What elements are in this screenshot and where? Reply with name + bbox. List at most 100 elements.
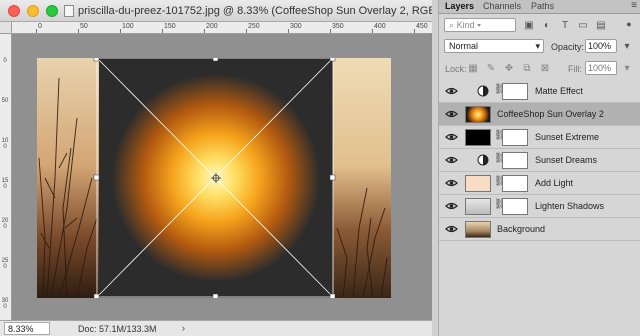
close-window-button[interactable] (8, 5, 20, 17)
layer-name[interactable]: Sunset Dreams (535, 155, 597, 165)
filter-row: ⌕ Kind ▾ ▣ ◐ T ▭ ▤ ● (439, 17, 640, 35)
layer-name[interactable]: CoffeeShop Sun Overlay 2 (497, 109, 604, 119)
fill-field[interactable]: 100% (585, 61, 617, 75)
canvas-image[interactable] (37, 58, 391, 298)
lock-all-icon[interactable]: ⊠ (539, 63, 551, 74)
lock-artboard-icon[interactable]: ⧉ (521, 63, 533, 74)
ruler-origin[interactable] (0, 22, 12, 34)
smart-object-filter-icon[interactable]: ▤ (595, 20, 607, 31)
layer-name[interactable]: Background (497, 224, 545, 234)
layer-mask-thumbnail[interactable] (502, 83, 528, 100)
opacity-field[interactable]: 100% (585, 39, 617, 53)
ruler-label: 150 (1, 178, 9, 190)
photo-right-strip (333, 58, 391, 298)
tab-layers[interactable]: Layers (445, 1, 474, 11)
lock-position-icon[interactable]: ✥ (503, 63, 515, 74)
status-menu-arrow-icon[interactable]: › (182, 323, 185, 333)
layer-row[interactable]: CoffeeShop Sun Overlay 2 (439, 103, 640, 126)
ruler-label: 400 (374, 23, 386, 30)
layer-mask-thumbnail[interactable] (502, 175, 528, 192)
layer-row[interactable]: ⛓ Sunset Extreme (439, 126, 640, 149)
minimize-window-button[interactable] (27, 5, 39, 17)
layer-mask-thumbnail[interactable] (502, 198, 528, 215)
ruler-tick (78, 29, 79, 33)
ruler-label: 250 (1, 258, 9, 270)
status-bar: 8.33% Doc: 57.1M/133.3M › (0, 320, 432, 336)
panel-tab-bar: Layers Channels Paths ≡ (439, 0, 640, 14)
lock-paint-icon[interactable]: ✎ (485, 63, 497, 74)
visibility-eye-icon[interactable] (445, 155, 458, 165)
visibility-eye-icon[interactable] (445, 132, 458, 142)
ruler-label: 150 (164, 23, 176, 30)
ruler-label: 50 (1, 98, 9, 104)
tab-paths[interactable]: Paths (531, 1, 554, 11)
brightness-contrast-icon[interactable] (477, 85, 489, 97)
layer-thumbnail[interactable] (465, 129, 491, 146)
kind-filter-select[interactable]: ⌕ Kind ▾ (444, 18, 516, 32)
ruler-label: 450 (416, 23, 428, 30)
layer-row[interactable]: ⛓ Matte Effect (439, 80, 640, 103)
shape-filter-icon[interactable]: ▭ (577, 20, 589, 31)
window-title: priscilla-du-preez-101752.jpg @ 8.33% (C… (78, 5, 456, 17)
lock-row: Lock: ▦ ✎ ✥ ⧉ ⊠ Fill: 100% ▾ (439, 60, 640, 78)
document-size: Doc: 57.1M/133.3M (78, 324, 157, 334)
visibility-eye-icon[interactable] (445, 224, 458, 234)
ruler-label: 100 (1, 138, 9, 150)
ruler-label: 300 (1, 298, 9, 310)
visibility-eye-icon[interactable] (445, 109, 458, 119)
ruler-label: 350 (332, 23, 344, 30)
lock-transparent-icon[interactable]: ▦ (467, 63, 479, 74)
panel-menu-icon[interactable]: ≡ (631, 0, 637, 11)
lock-label: Lock: (445, 64, 467, 74)
layer-mask-thumbnail[interactable] (502, 152, 528, 169)
visibility-eye-icon[interactable] (445, 86, 458, 96)
chevron-down-icon: ▾ (535, 41, 540, 51)
layer-mask-thumbnail[interactable] (502, 129, 528, 146)
canvas-area[interactable] (13, 35, 432, 320)
layer-thumbnail[interactable] (465, 175, 491, 192)
ruler-tick (204, 29, 205, 33)
zoom-window-button[interactable] (46, 5, 58, 17)
layer-row[interactable]: ⛓ Lighten Shadows (439, 195, 640, 218)
opacity-chevron-icon[interactable]: ▾ (621, 41, 633, 52)
image-filter-icon[interactable]: ▣ (523, 20, 535, 31)
horizontal-ruler[interactable]: 050100150200250300350400450500 (12, 22, 432, 34)
blend-row: Normal ▾ Opacity: 100% ▾ (439, 38, 640, 56)
fill-chevron-icon[interactable]: ▾ (621, 63, 633, 74)
ruler-tick (162, 29, 163, 33)
search-icon: ⌕ (449, 20, 455, 30)
document-icon (64, 5, 74, 17)
opacity-label: Opacity: (551, 42, 585, 52)
layer-name[interactable]: Matte Effect (535, 86, 583, 96)
layer-thumbnail[interactable] (465, 106, 491, 123)
zoom-level-field[interactable]: 8.33% (4, 322, 50, 335)
ruler-label: 200 (206, 23, 218, 30)
layer-row[interactable]: Background (439, 218, 640, 241)
layer-row[interactable]: ⛓ Sunset Dreams (439, 149, 640, 172)
type-filter-icon[interactable]: T (559, 20, 571, 31)
tab-channels[interactable]: Channels (483, 1, 521, 11)
ruler-label: 100 (122, 23, 134, 30)
visibility-eye-icon[interactable] (445, 201, 458, 211)
ruler-tick (372, 29, 373, 33)
layer-name[interactable]: Lighten Shadows (535, 201, 604, 211)
layer-row[interactable]: ⛓ Add Light (439, 172, 640, 195)
window-titlebar[interactable]: priscilla-du-preez-101752.jpg @ 8.33% (C… (0, 0, 456, 22)
filter-toggle-icon[interactable]: ● (623, 19, 635, 29)
fill-label: Fill: (568, 64, 582, 74)
vertical-ruler[interactable]: 050100150200250300350 (0, 22, 12, 320)
visibility-eye-icon[interactable] (445, 178, 458, 188)
ruler-label: 50 (80, 23, 88, 30)
ruler-tick (414, 29, 415, 33)
ruler-label: 200 (1, 218, 9, 230)
ruler-tick (36, 29, 37, 33)
adjustment-filter-icon[interactable]: ◐ (541, 20, 553, 31)
blend-mode-select[interactable]: Normal ▾ (444, 39, 544, 53)
brightness-contrast-icon[interactable] (477, 154, 489, 166)
layer-name[interactable]: Add Light (535, 178, 573, 188)
layer-thumbnail[interactable] (465, 198, 491, 215)
layer-name[interactable]: Sunset Extreme (535, 132, 599, 142)
layer-thumbnail[interactable] (465, 221, 491, 238)
layers-panel: Layers Channels Paths ≡ ⌕ Kind ▾ ▣ ◐ T ▭… (438, 0, 640, 336)
ruler-label: 0 (38, 23, 42, 30)
